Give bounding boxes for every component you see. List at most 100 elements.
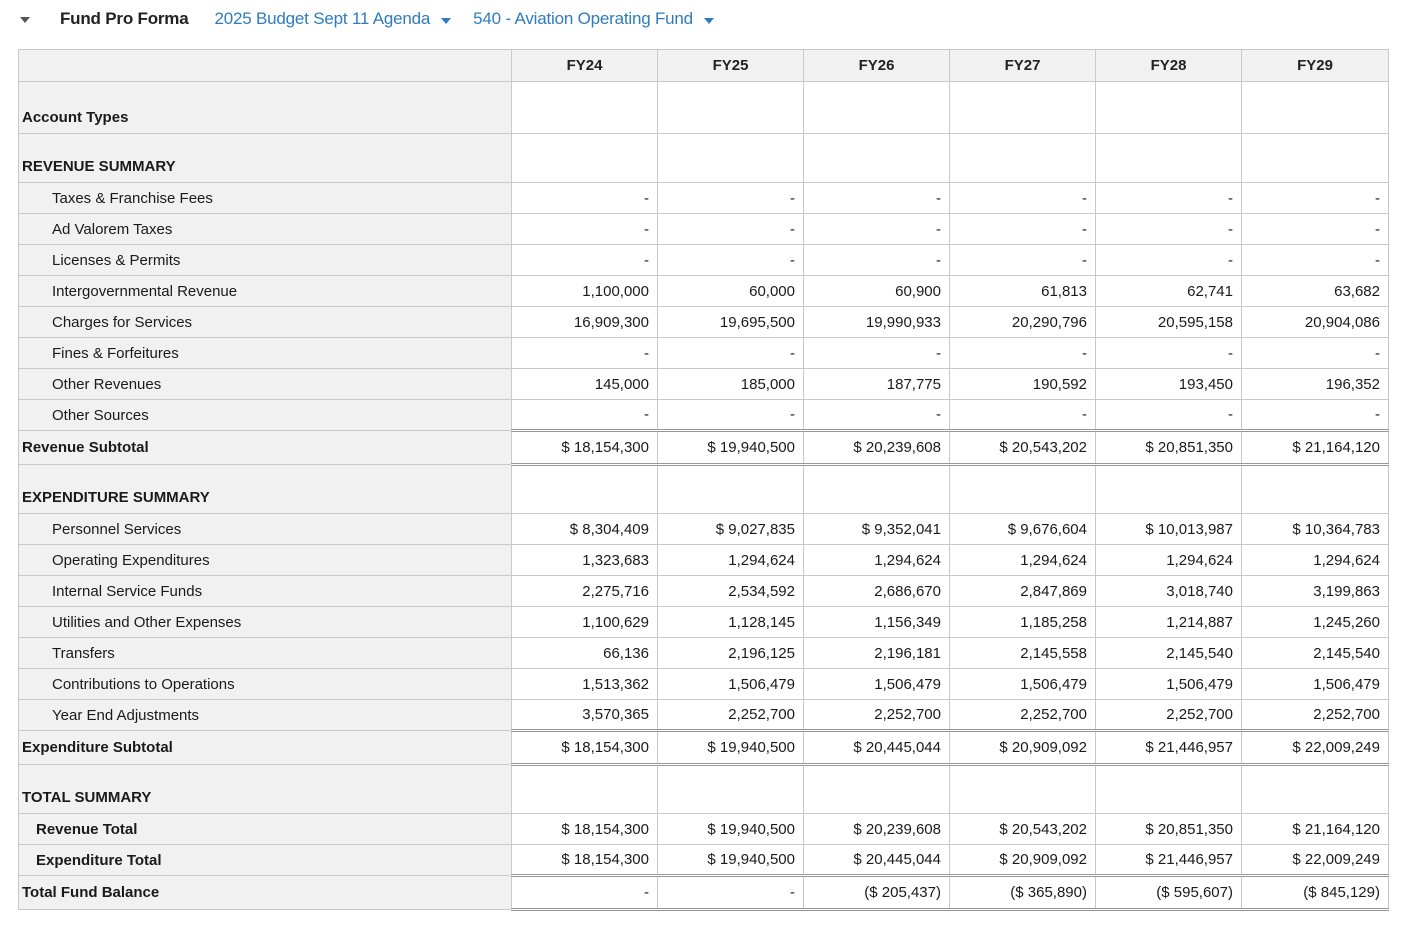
value-cell-fy24: - [511,874,658,911]
table-row: Total Fund Balance - - ($ 205,437) ($ 365,89… [18,874,1389,911]
value-cell-fy29 [1241,464,1389,514]
value-cell-fy26: $ 9,352,041 [803,513,950,545]
table-row: Account Types [18,81,1389,134]
value-cell-fy29: $ 22,009,249 [1241,844,1389,876]
value-cell-fy24: $ 18,154,300 [511,813,658,845]
table-row: Operating Expenditures 1,323,683 1,294,624… [18,544,1389,576]
value-cell-fy29: 1,506,479 [1241,668,1389,700]
row-label: Transfers [18,637,512,669]
toolbar: Fund Pro Forma 2025 Budget Sept 11 Agend… [0,0,1404,30]
value-cell-fy26: $ 20,239,608 [803,813,950,845]
value-cell-fy29: 1,294,624 [1241,544,1389,576]
value-cell-fy24: 16,909,300 [511,306,658,338]
value-cell-fy28: 193,450 [1095,368,1242,400]
budget-caret-down-icon[interactable] [441,17,452,24]
column-header-fy28: FY28 [1095,49,1242,82]
value-cell-fy26: 2,196,181 [803,637,950,669]
value-cell-fy29: - [1241,244,1389,276]
value-cell-fy24: 1,323,683 [511,544,658,576]
column-header-fy26: FY26 [803,49,950,82]
table-row: Other Sources - - - - - - [18,399,1389,431]
value-cell-fy29: $ 22,009,249 [1241,729,1389,766]
value-cell-fy29: 196,352 [1241,368,1389,400]
value-cell-fy25: - [657,337,804,369]
value-cell-fy28: 20,595,158 [1095,306,1242,338]
value-cell-fy25 [657,464,804,514]
value-cell-fy26 [803,81,950,134]
value-cell-fy24: 1,100,000 [511,275,658,307]
table-row: Expenditure Subtotal $ 18,154,300 $ 19,940… [18,729,1389,766]
table-row: Year End Adjustments 3,570,365 2,252,700 2,… [18,699,1389,731]
value-cell-fy28 [1095,133,1242,183]
value-cell-fy24: $ 18,154,300 [511,729,658,766]
column-header-fy24: FY24 [511,49,658,82]
value-cell-fy27: $ 20,909,092 [949,844,1096,876]
row-label: Year End Adjustments [18,699,512,731]
value-cell-fy25: $ 9,027,835 [657,513,804,545]
value-cell-fy27 [949,464,1096,514]
value-cell-fy26: - [803,182,950,214]
value-cell-fy27: 190,592 [949,368,1096,400]
value-cell-fy27: - [949,337,1096,369]
value-cell-fy28 [1095,464,1242,514]
value-cell-fy25: - [657,874,804,911]
value-cell-fy29: - [1241,399,1389,431]
fund-caret-down-icon[interactable] [703,17,714,24]
value-cell-fy26: ($ 205,437) [803,874,950,911]
value-cell-fy24: $ 18,154,300 [511,429,658,466]
row-label: Revenue Total [18,813,512,845]
table-row: Expenditure Total $ 18,154,300 $ 19,940,50… [18,844,1389,876]
value-cell-fy28: 62,741 [1095,275,1242,307]
value-cell-fy27: $ 20,543,202 [949,813,1096,845]
row-label: EXPENDITURE SUMMARY [18,464,512,514]
table-row: Other Revenues 145,000 185,000 187,775 190,5… [18,368,1389,400]
column-header-fy25: FY25 [657,49,804,82]
value-cell-fy27: 61,813 [949,275,1096,307]
value-cell-fy28: - [1095,399,1242,431]
value-cell-fy24 [511,133,658,183]
value-cell-fy25: $ 19,940,500 [657,813,804,845]
row-label: Other Revenues [18,368,512,400]
value-cell-fy27: - [949,399,1096,431]
value-cell-fy24: $ 18,154,300 [511,844,658,876]
value-cell-fy26: 19,990,933 [803,306,950,338]
value-cell-fy26: 2,686,670 [803,575,950,607]
value-cell-fy24: - [511,337,658,369]
value-cell-fy29: 20,904,086 [1241,306,1389,338]
fund-selector[interactable]: 540 - Aviation Operating Fund [473,9,693,29]
value-cell-fy27: 2,252,700 [949,699,1096,731]
value-cell-fy24: 66,136 [511,637,658,669]
value-cell-fy25: 1,506,479 [657,668,804,700]
value-cell-fy24: 3,570,365 [511,699,658,731]
row-label: Total Fund Balance [18,875,512,910]
row-label: REVENUE SUMMARY [18,133,512,183]
row-label: Account Types [18,81,512,134]
value-cell-fy28: ($ 595,607) [1095,874,1242,911]
fund-pro-forma-table: FY24 FY25 FY26 FY27 FY28 FY29 Account Types RE… [18,49,1389,911]
table-header-row: FY24 FY25 FY26 FY27 FY28 FY29 [18,49,1389,82]
table-row: Revenue Subtotal $ 18,154,300 $ 19,940,500… [18,429,1389,466]
column-header-fy27: FY27 [949,49,1096,82]
value-cell-fy25: 2,252,700 [657,699,804,731]
budget-selector[interactable]: 2025 Budget Sept 11 Agenda [214,9,430,29]
value-cell-fy25: $ 19,940,500 [657,729,804,766]
value-cell-fy26: 60,900 [803,275,950,307]
value-cell-fy28: $ 20,851,350 [1095,429,1242,466]
row-label: Ad Valorem Taxes [18,213,512,245]
value-cell-fy26: $ 20,445,044 [803,729,950,766]
value-cell-fy24 [511,464,658,514]
row-label: Licenses & Permits [18,244,512,276]
collapse-caret-icon[interactable] [20,17,30,23]
value-cell-fy27: 1,185,258 [949,606,1096,638]
value-cell-fy25: $ 19,940,500 [657,429,804,466]
value-cell-fy29: 3,199,863 [1241,575,1389,607]
value-cell-fy29: - [1241,182,1389,214]
value-cell-fy29: 1,245,260 [1241,606,1389,638]
value-cell-fy28: $ 21,446,957 [1095,729,1242,766]
value-cell-fy28: 1,506,479 [1095,668,1242,700]
value-cell-fy29: $ 21,164,120 [1241,429,1389,466]
value-cell-fy26: - [803,213,950,245]
value-cell-fy28: - [1095,213,1242,245]
table-row: Revenue Total $ 18,154,300 $ 19,940,500 $ 2… [18,813,1389,845]
value-cell-fy24: 145,000 [511,368,658,400]
